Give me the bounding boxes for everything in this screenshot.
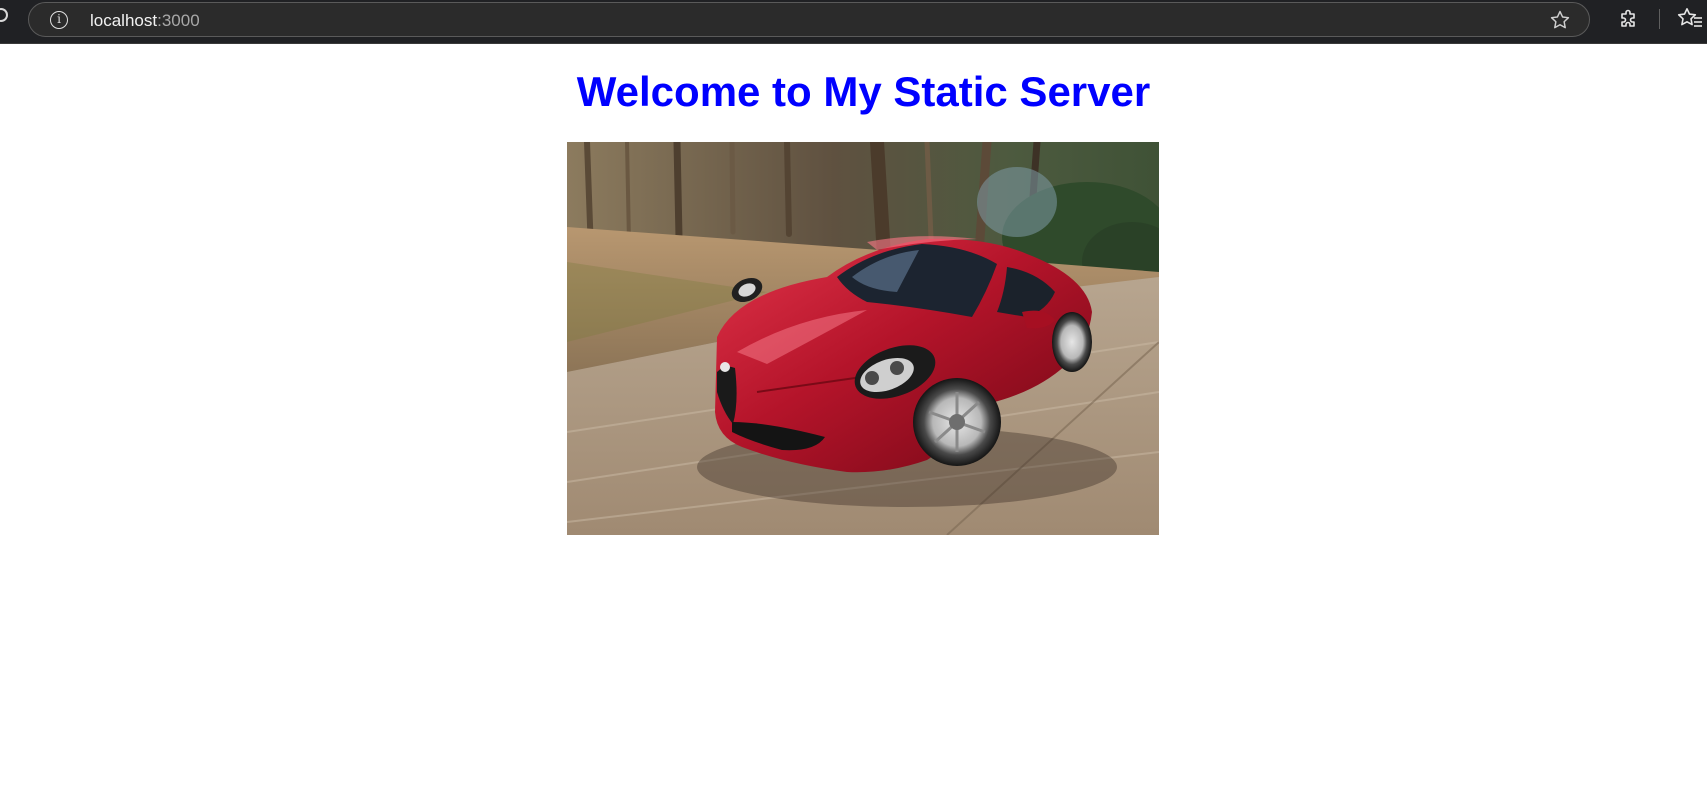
favorites-icon[interactable] bbox=[1677, 6, 1703, 30]
puzzle-icon[interactable] bbox=[1617, 6, 1641, 30]
url-port: :3000 bbox=[157, 11, 200, 30]
car-image bbox=[567, 142, 1159, 535]
url-host: localhost bbox=[90, 11, 158, 30]
browser-toolbar: i localhost:3000 bbox=[0, 0, 1707, 44]
page-heading: Welcome to My Static Server bbox=[576, 68, 1151, 115]
address-bar[interactable]: i localhost:3000 bbox=[28, 2, 1590, 37]
toolbar-divider bbox=[1659, 9, 1660, 29]
star-icon[interactable] bbox=[1549, 9, 1571, 31]
reload-icon[interactable] bbox=[0, 8, 8, 22]
info-icon[interactable]: i bbox=[50, 11, 68, 29]
url-text[interactable]: localhost:3000 bbox=[90, 11, 200, 30]
